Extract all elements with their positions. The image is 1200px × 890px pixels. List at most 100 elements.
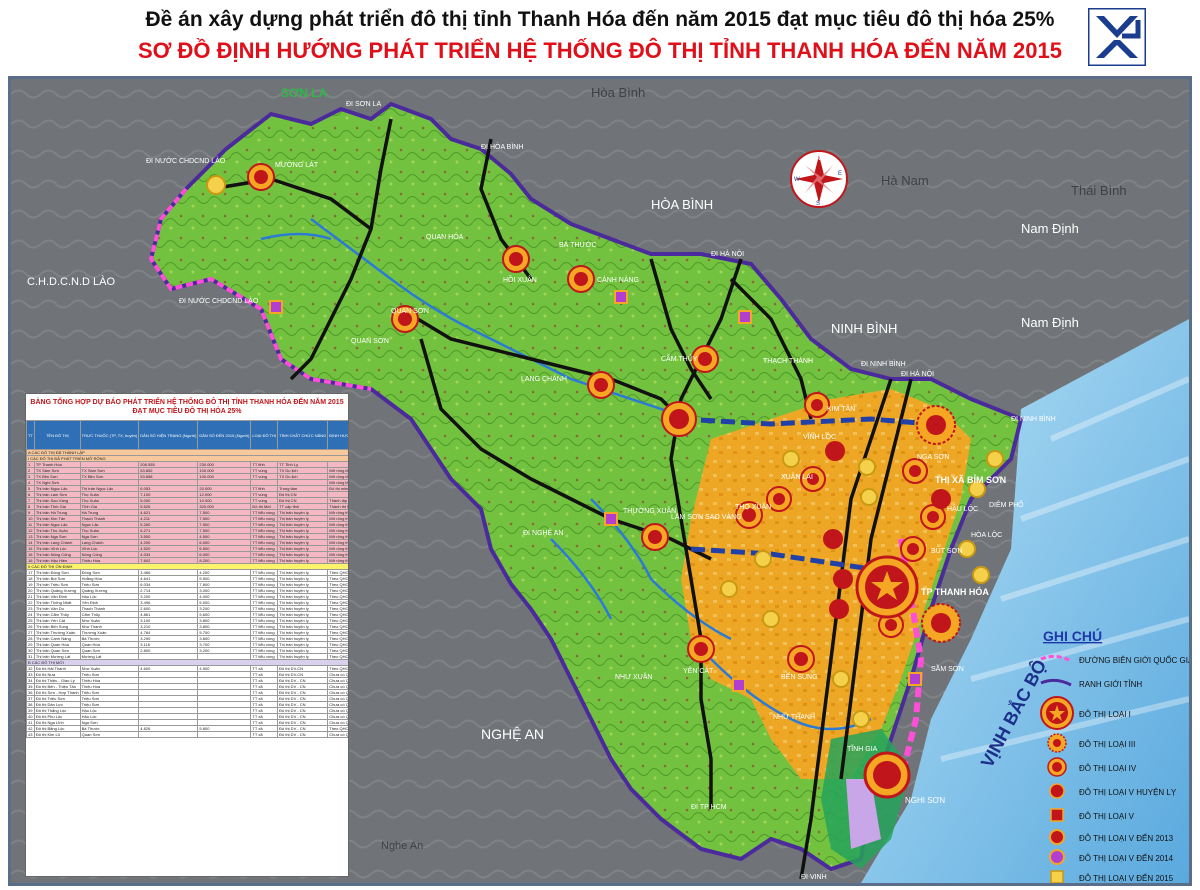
table-header-cell: ĐỊNH HƯỚNG PHÁT TRIỂN MỞ RỘNG [327,420,348,450]
table-cell: Thị trấn Quảng Xương [33,587,81,594]
table-cell: TT tiểu vùng [250,629,279,636]
table-row: 43 Đô thị Kim Lũ Quan Sơn TT xã Đô thị DV - … [26,731,348,738]
svg-text:ĐÔ THỊ LOẠI IV: ĐÔ THỊ LOẠI IV [1079,764,1137,773]
urban-marker-thuong-xuan [641,523,669,551]
table-cell: Mở rộng lên giới sang 5 xã [327,479,348,486]
table-cell: Chưa có Quy hoạch Chung [327,731,348,738]
table-cell: Mở rộng theo QHC được duyệt [327,557,348,564]
table-cell: TT xã [250,731,279,738]
place-nghi-son: NGHI SƠN [905,796,945,805]
summary-table-panel: BẢNG TỔNG HỢP DỰ BÁO PHÁT TRIỂN HỆ THỐNG… [25,393,349,877]
urban-marker-square-4 [604,512,618,526]
place-lam-son: LAM SƠN SAO VÀNG [671,512,742,521]
table-cell: TT tiểu vùng [250,623,279,630]
table-cell: Chưa có Quy hoạch Chung [327,701,348,708]
urban-marker-yellow-8 [860,488,878,506]
urban-marker-muong-lat [247,163,275,191]
table-cell: TT tiểu vùng [250,635,279,642]
table-cell: TT tiểu vùng [250,617,279,624]
table-cell: Quan Sơn [79,731,140,738]
table-cell: Mở rộng theo QHC được duyệt [327,539,348,546]
table-cell: Đô thị Thiệu - Giao Lý [33,677,81,684]
urban-marker-vinh-loc [825,441,845,461]
urban-marker-canh-nang [567,265,595,293]
urban-marker-yellow-1 [206,175,226,195]
route-di-ninh-binh-2: ĐI NINH BÌNH [1011,414,1056,423]
urban-marker-yellow-9 [754,550,772,568]
svg-text:ĐÔ THỊ LOẠI V HUYỆN LỴ: ĐÔ THỊ LOẠI V HUYỆN LỴ [1079,788,1177,797]
table-cell [138,731,199,738]
table-header-cell: TT [26,420,35,450]
place-but-son: BÚT SƠN [931,546,963,555]
table-cell: Mở rộng lên giới sang 19 xã [327,467,348,474]
place-quan-hoa: QUAN HÓA [426,232,464,241]
table-cell: Thị trấn Thường Xuân [33,629,81,636]
label-lao: C.H.D.C.N.D LÀO [27,275,115,288]
place-nhu-thanh: NHƯ THANH [773,714,815,721]
table-cell: Đô thị Sơn - Hợp Thành [33,689,81,696]
table-cell: Theo QHC được duyệt [327,593,348,600]
place-quan-son-1: QUAN SƠN [391,308,429,315]
label-hoa-binh: HÒA BÌNH [651,197,713,212]
table-cell: TT tiểu vùng [250,521,279,528]
urban-marker-square-2 [614,290,628,304]
label-ha-nam: Hà Nam [881,173,929,188]
table-cell: Theo QHC được duyệt [327,587,348,594]
table-cell: Theo QHC được duyệt [327,641,348,648]
table-cell: Theo QHC được duyệt [327,623,348,630]
svg-text:RANH GIỚI TỈNH: RANH GIỚI TỈNH [1079,680,1142,689]
table-cell: Theo QHC được duyệt [327,611,348,618]
place-lang-chanh: LANG CHÁNH [521,374,567,383]
table-header-cell: TÊN ĐÔ THỊ [33,420,81,450]
table-cell: TT tiểu vùng [250,599,279,606]
route-di-hoa-binh: ĐI HÒA BÌNH [481,142,523,151]
label-ninh-binh: NINH BÌNH [831,321,897,336]
svg-text:ĐÔ THỊ LOẠI I: ĐÔ THỊ LOẠI I [1079,710,1131,719]
route-di-ha-noi-2: ĐI HÀ NỘI [901,369,934,378]
header: Đề án xây dựng phát triển đô thị tỉnh Th… [0,0,1200,74]
table-cell: Thành thị Nghi Sơn - Tĩnh [327,503,348,510]
table-cell: Chưa có Quy hoạch Chung [327,713,348,720]
urban-marker-ben-sung [787,645,815,673]
table-cell: Mở rộng theo QHC được duyệt [327,527,348,534]
table-cell: Theo QHC được duyệt [327,581,348,588]
place-muong-lat: MƯỜNG LÁT [275,160,319,169]
table-cell: Theo QHC được duyệt [327,725,348,732]
table-cell: TT tiểu vùng [250,593,279,600]
route-di-tp-hcm: ĐI TP HCM [691,804,727,811]
title-line-2: SƠ ĐỒ ĐỊNH HƯỚNG PHÁT TRIỂN HỆ THỐNG ĐÔ … [137,38,1062,63]
urban-marker-bim-son [916,405,956,445]
urban-marker-nghi-son [863,751,911,799]
table-cell: Theo QHC được duyệt [327,575,348,582]
urban-marker-yellow-4 [986,450,1004,468]
table-cell: TT tiểu vùng [250,647,279,654]
table-cell: TT tiểu vùng [250,641,279,648]
table-cell: Mở rộng theo QHC được duyệt [327,515,348,522]
table-cell: TT tiểu vùng [250,527,279,534]
table-header-row: TT TÊN ĐÔ THỊ TRỰC THUỘC (TP, TX, huyện) DÂ… [26,420,348,450]
label-nam-dinh-top: Nam Định [1021,221,1079,236]
place-kim-tan: KIM TÂN [827,404,855,413]
table-cell: TT tiểu vùng [250,569,279,576]
table-header-cell: TÍNH CHẤT CHỨC NĂNG [277,420,329,450]
place-nhu-xuan: NHƯ XUÂN [615,672,652,681]
table-header-cell: DÂN SỐ HIỆN TRẠNG (Người) [138,420,199,450]
compass-rose-icon: N S E W [790,150,848,208]
place-nga-son: NGA SƠN [917,454,949,461]
table-cell: 43 [26,731,35,738]
urban-marker-lang-chanh [587,371,615,399]
svg-text:ĐÔ THỊ LOẠI V ĐẾN 2013: ĐÔ THỊ LOẠI V ĐẾN 2013 [1079,833,1174,843]
label-hoa-binh-top: Hòa Bình [591,85,645,100]
label-son-la: SƠN LA [281,86,328,100]
urban-marker-but-son [900,536,926,562]
label-nghe-an-small: Nghe An [381,840,423,852]
svg-text:ĐƯỜNG BIÊN GIỚI QUỐC GIA: ĐƯỜNG BIÊN GIỚI QUỐC GIA [1079,655,1189,665]
place-tp-thanh-hoa: TP THANH HÓA [921,586,989,597]
table-cell: Thành lập thị xã LS-SV [327,497,348,504]
place-tinh-gia: TĨNH GIA [847,744,878,753]
urban-marker-hoi-xuan [502,245,530,273]
place-cam-thuy: CẨM THỦY [661,354,698,363]
urban-marker-yellow-10 [720,580,738,598]
table-cell: TT tiểu vùng [250,545,279,552]
table-cell: Mở rộng theo QHC được duyệt [327,545,348,552]
